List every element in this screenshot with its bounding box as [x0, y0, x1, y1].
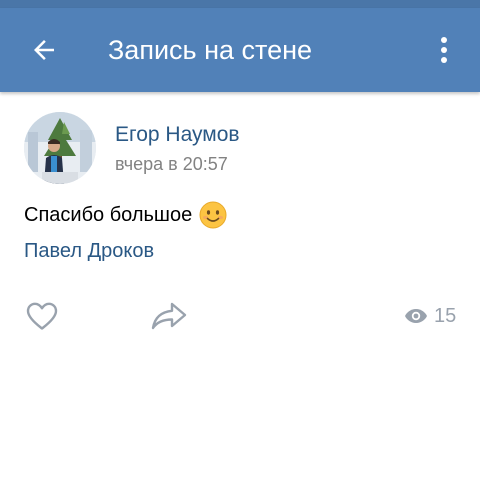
post-actions: 15	[0, 296, 480, 338]
like-button[interactable]	[22, 298, 62, 334]
arrow-left-icon	[34, 40, 54, 60]
page-title: Запись на стене	[108, 35, 313, 65]
post-header: Егор Наумов вчера в 20:57	[24, 112, 464, 188]
views-count: 15	[434, 305, 457, 327]
post-text-content: Спасибо большое	[24, 204, 193, 226]
share-button[interactable]	[148, 298, 190, 334]
heart-icon	[26, 302, 58, 330]
post-text: Спасибо большое	[24, 201, 227, 229]
more-vertical-icon	[441, 37, 447, 63]
author-name[interactable]: Егор Наумов	[115, 123, 240, 147]
more-options-button[interactable]	[424, 28, 464, 72]
mentioned-user-link[interactable]: Павел Дроков	[24, 238, 154, 264]
avatar-photo	[24, 112, 96, 184]
eye-icon	[405, 309, 427, 323]
slightly-smiling-face-icon	[199, 201, 227, 229]
avatar[interactable]	[24, 112, 96, 184]
share-arrow-icon	[151, 302, 187, 330]
app-header: Запись на стене	[0, 8, 480, 92]
views-counter: 15	[404, 302, 456, 330]
back-button[interactable]	[22, 28, 66, 72]
post-timestamp: вчера в 20:57	[115, 154, 228, 174]
status-bar	[0, 0, 480, 8]
